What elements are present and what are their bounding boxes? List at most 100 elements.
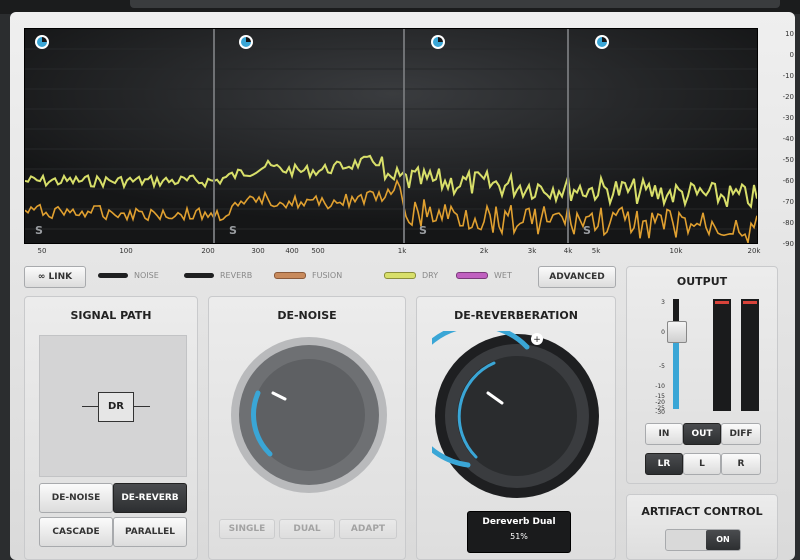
legend-label: DRY <box>422 271 439 280</box>
spectrum-analyzer[interactable]: S S S S <box>24 28 758 244</box>
band-control-knob[interactable] <box>35 35 49 49</box>
monitor-out-button[interactable]: OUT <box>683 423 721 445</box>
band-solo-label[interactable]: S <box>229 224 237 237</box>
de-reverb-path-button[interactable]: DE-REVERB <box>113 483 187 513</box>
band-control-knob[interactable] <box>239 35 253 49</box>
x-axis-label: 10k <box>669 247 683 255</box>
y-axis-label: -30 <box>782 114 794 122</box>
de-noise-path-button[interactable]: DE-NOISE <box>39 483 113 513</box>
channel-l-button[interactable]: L <box>683 453 721 475</box>
x-axis-label: 100 <box>119 247 133 255</box>
legend-swatch <box>98 273 128 278</box>
band-solo-label[interactable]: S <box>419 224 427 237</box>
de-reverb-panel: DE-REVERBERATION + Dereverb Dual 51% <box>416 296 616 560</box>
x-axis-label: 20k <box>747 247 761 255</box>
x-axis-label: 300 <box>251 247 265 255</box>
signal-path-panel: SIGNAL PATH DR DE-NOISE DE-REVERB CASCAD… <box>24 296 198 560</box>
legend-wet[interactable]: WET <box>456 271 512 280</box>
x-axis-label: 5k <box>591 247 601 255</box>
svg-text:+: + <box>533 335 541 345</box>
y-axis-label: -20 <box>782 93 794 101</box>
single-mode-button[interactable]: SINGLE <box>219 519 275 539</box>
link-icon: ∞ <box>37 272 49 282</box>
legend-reverb[interactable]: REVERB <box>184 271 252 280</box>
output-fader-fill <box>673 341 679 409</box>
output-scale-label: -10 <box>655 383 665 390</box>
artifact-toggle[interactable]: ON <box>665 529 741 551</box>
meter-right <box>741 299 759 411</box>
de-reverb-title: DE-REVERBERATION <box>454 309 578 322</box>
output-panel: OUTPUT 3 0 -5 -10 -15 -20 -25 -30 IN OUT DIFF L… <box>626 266 778 484</box>
y-axis-label: -60 <box>782 177 794 185</box>
output-scale-label: -5 <box>659 363 665 370</box>
y-axis-label: 0 <box>789 51 794 59</box>
clip-indicator[interactable] <box>715 301 729 304</box>
clip-indicator[interactable] <box>743 301 757 304</box>
output-title: OUTPUT <box>676 275 728 288</box>
x-axis-label: 500 <box>311 247 325 255</box>
dual-mode-button[interactable]: DUAL <box>279 519 335 539</box>
y-axis-label: 10 <box>785 30 794 38</box>
path-line <box>132 406 150 407</box>
band-divider[interactable] <box>567 29 569 243</box>
monitor-in-button[interactable]: IN <box>645 423 683 445</box>
band-solo-label[interactable]: S <box>35 224 43 237</box>
legend-fusion[interactable]: FUSION <box>274 271 342 280</box>
legend-label: WET <box>494 271 512 280</box>
link-button[interactable]: ∞ LINK <box>24 266 86 288</box>
output-scale-label: 3 <box>661 299 665 306</box>
y-axis-label: -70 <box>782 198 794 206</box>
de-noise-title: DE-NOISE <box>277 309 337 322</box>
legend-noise[interactable]: NOISE <box>98 271 159 280</box>
legend-label: FUSION <box>312 271 343 280</box>
x-axis-label: 200 <box>201 247 215 255</box>
output-scale-label: 0 <box>661 329 665 336</box>
legend-label: NOISE <box>134 271 159 280</box>
output-fader-track[interactable] <box>673 299 679 409</box>
cascade-button[interactable]: CASCADE <box>39 517 113 547</box>
band-control-knob[interactable] <box>595 35 609 49</box>
tooltip-title: Dereverb Dual <box>482 517 556 527</box>
y-axis-label: -80 <box>782 219 794 227</box>
band-divider[interactable] <box>213 29 215 243</box>
x-axis-label: 50 <box>37 247 47 255</box>
output-scale-label: -30 <box>655 409 665 416</box>
advanced-button[interactable]: ADVANCED <box>538 266 616 288</box>
spectrum-plot <box>25 29 757 243</box>
x-axis-label: 400 <box>285 247 299 255</box>
y-axis-label: -40 <box>782 135 794 143</box>
legend-swatch <box>184 273 214 278</box>
x-axis-label: 3k <box>527 247 537 255</box>
legend-label: REVERB <box>220 271 253 280</box>
signal-path-diagram: DR <box>39 335 187 477</box>
dr-block: DR <box>98 392 134 422</box>
de-reverb-knob[interactable]: + <box>432 331 602 501</box>
y-axis-label: -90 <box>782 240 794 248</box>
meter-left <box>713 299 731 411</box>
de-noise-panel: DE-NOISE SINGLE DUAL ADAPT <box>208 296 406 560</box>
monitor-diff-button[interactable]: DIFF <box>721 423 761 445</box>
legend-swatch <box>274 272 306 279</box>
x-axis-label: 4k <box>563 247 573 255</box>
band-solo-label[interactable]: S <box>583 224 591 237</box>
legend-dry[interactable]: DRY <box>384 271 438 280</box>
value-tooltip: Dereverb Dual 51% <box>467 511 571 553</box>
output-fader-handle[interactable] <box>667 321 687 343</box>
band-divider[interactable] <box>403 29 405 243</box>
x-axis-label: 1k <box>397 247 407 255</box>
y-axis-label: -50 <box>782 156 794 164</box>
y-axis-label: -10 <box>782 72 794 80</box>
de-noise-knob[interactable] <box>229 335 389 495</box>
parallel-button[interactable]: PARALLEL <box>113 517 187 547</box>
adapt-mode-button[interactable]: ADAPT <box>339 519 397 539</box>
signal-path-title: SIGNAL PATH <box>70 309 152 322</box>
channel-lr-button[interactable]: LR <box>645 453 683 475</box>
artifact-toggle-on[interactable]: ON <box>706 530 740 550</box>
channel-r-button[interactable]: R <box>721 453 761 475</box>
band-control-knob[interactable] <box>431 35 445 49</box>
legend-row: ∞ LINK NOISE REVERB FUSION DRY WET ADVAN… <box>24 266 620 288</box>
tooltip-value: 51% <box>510 532 528 541</box>
link-label: LINK <box>48 272 73 282</box>
artifact-control-title: ARTIFACT CONTROL <box>641 505 763 518</box>
legend-swatch <box>384 272 416 279</box>
